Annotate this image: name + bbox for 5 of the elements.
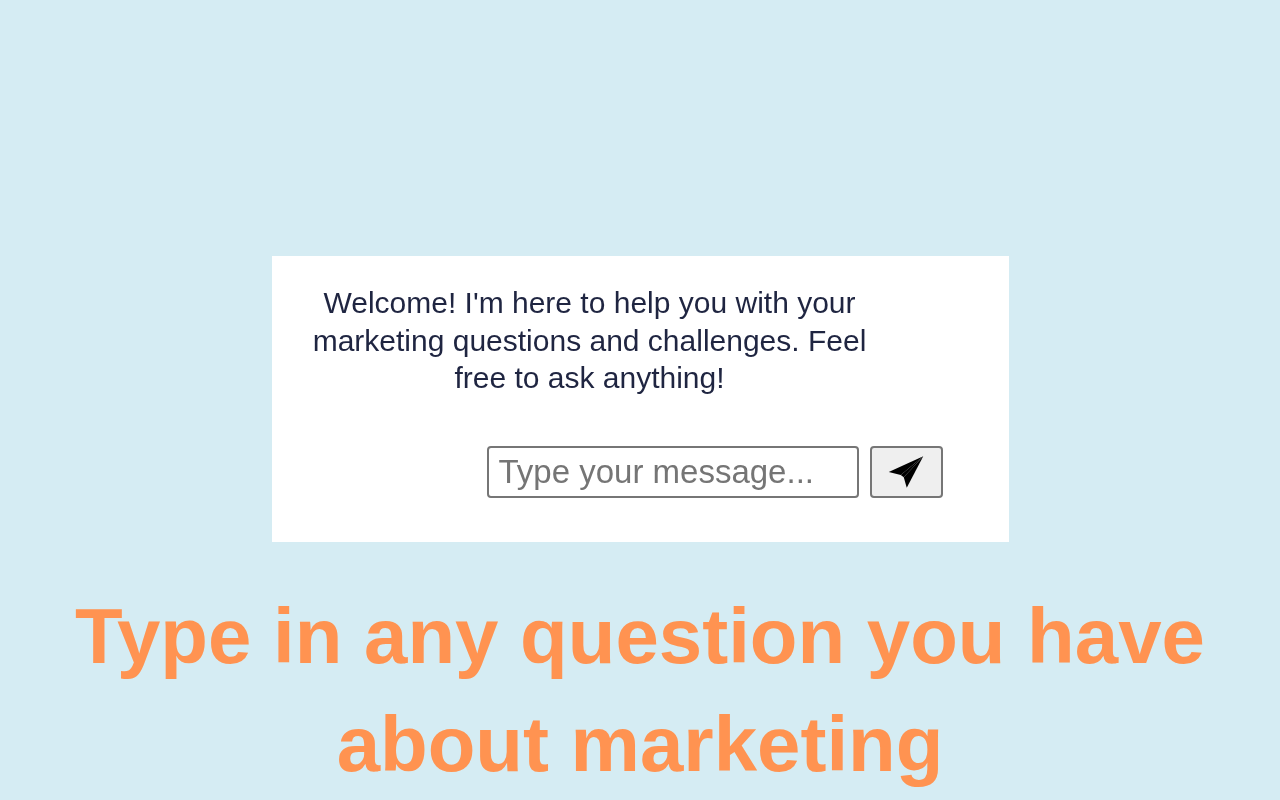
welcome-message: Welcome! I'm here to help you with your marketing questions and challenges. Feel free to ask anything! <box>311 285 868 396</box>
caption-heading: Type in any question you have about marketing <box>74 591 1206 790</box>
send-button[interactable] <box>869 445 943 498</box>
message-input[interactable]: Type your message... <box>486 445 859 498</box>
paper-plane-icon <box>888 454 924 489</box>
